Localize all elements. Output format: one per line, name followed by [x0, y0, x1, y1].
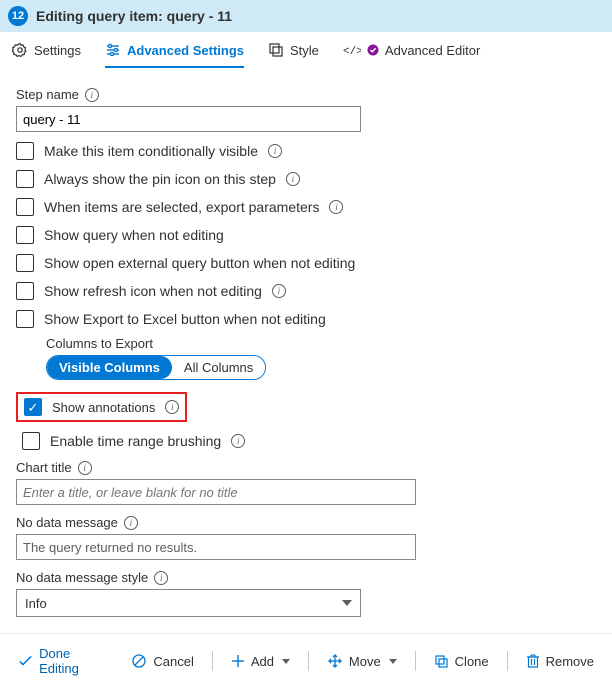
tab-settings[interactable]: Settings	[12, 42, 81, 68]
move-label: Move	[349, 654, 381, 669]
form-area: Step name Make this item conditionally v…	[0, 69, 612, 627]
info-icon[interactable]	[85, 88, 99, 102]
style-icon	[268, 42, 284, 58]
no-data-style-label: No data message style	[16, 570, 148, 585]
divider	[212, 651, 213, 671]
no-data-message-label: No data message	[16, 515, 118, 530]
info-icon[interactable]	[286, 172, 300, 186]
purple-check-icon	[367, 44, 379, 56]
tab-settings-label: Settings	[34, 43, 81, 58]
checkbox-refresh[interactable]	[16, 282, 34, 300]
clone-label: Clone	[455, 654, 489, 669]
info-icon[interactable]	[268, 144, 282, 158]
info-icon[interactable]	[78, 461, 92, 475]
info-icon[interactable]	[231, 434, 245, 448]
checkbox-show-annotations-label: Show annotations	[52, 400, 155, 415]
checkbox-show-annotations[interactable]	[24, 398, 42, 416]
checkbox-export-params[interactable]	[16, 198, 34, 216]
svg-text:</>: </>	[343, 46, 361, 57]
chart-title-label: Chart title	[16, 460, 72, 475]
done-editing-button[interactable]: Done Editing	[10, 642, 117, 680]
header-title: Editing query item: query - 11	[36, 8, 232, 24]
step-number-badge: 12	[8, 6, 28, 26]
remove-button[interactable]: Remove	[518, 649, 602, 673]
pill-all-columns[interactable]: All Columns	[172, 356, 265, 379]
tab-advanced-settings-label: Advanced Settings	[127, 43, 244, 58]
gear-icon	[12, 42, 28, 58]
tab-style-label: Style	[290, 43, 319, 58]
chevron-down-icon	[342, 600, 352, 606]
checkbox-open-external-label: Show open external query button when not…	[44, 255, 355, 271]
checkbox-export-excel[interactable]	[16, 310, 34, 328]
checkbox-show-query-label: Show query when not editing	[44, 227, 224, 243]
code-icon: </>	[343, 43, 361, 57]
divider	[415, 651, 416, 671]
info-icon[interactable]	[124, 516, 138, 530]
step-name-label: Step name	[16, 87, 596, 102]
checkbox-time-brush[interactable]	[22, 432, 40, 450]
checkbox-export-params-label: When items are selected, export paramete…	[44, 199, 319, 215]
plus-icon	[231, 654, 245, 668]
info-icon[interactable]	[165, 400, 179, 414]
tab-advanced-settings[interactable]: Advanced Settings	[105, 42, 244, 68]
tab-advanced-editor-label: Advanced Editor	[385, 43, 480, 58]
clone-button[interactable]: Clone	[426, 650, 497, 673]
pill-visible-columns[interactable]: Visible Columns	[47, 356, 172, 379]
info-icon[interactable]	[154, 571, 168, 585]
check-icon	[18, 653, 33, 669]
remove-label: Remove	[546, 654, 594, 669]
no-data-style-value: Info	[25, 596, 47, 611]
checkbox-pin-label: Always show the pin icon on this step	[44, 171, 276, 187]
columns-to-export-toggle: Visible Columns All Columns	[46, 355, 266, 380]
tab-advanced-editor[interactable]: </> Advanced Editor	[343, 43, 480, 68]
columns-to-export-label: Columns to Export	[46, 336, 596, 351]
trash-icon	[526, 653, 540, 669]
info-icon[interactable]	[329, 200, 343, 214]
info-icon[interactable]	[272, 284, 286, 298]
highlight-show-annotations: Show annotations	[16, 392, 187, 422]
add-label: Add	[251, 654, 274, 669]
tab-bar: Settings Advanced Settings Style </> Adv…	[0, 32, 612, 69]
checkbox-conditional[interactable]	[16, 142, 34, 160]
clone-icon	[434, 654, 449, 669]
move-button[interactable]: Move	[319, 649, 405, 673]
step-name-label-text: Step name	[16, 87, 79, 102]
cancel-label: Cancel	[153, 654, 193, 669]
chevron-down-icon	[282, 659, 290, 664]
tab-style[interactable]: Style	[268, 42, 319, 68]
checkbox-show-query[interactable]	[16, 226, 34, 244]
chevron-down-icon	[389, 659, 397, 664]
cancel-icon	[131, 653, 147, 669]
chart-title-input[interactable]	[16, 479, 416, 505]
checkbox-open-external[interactable]	[16, 254, 34, 272]
add-button[interactable]: Add	[223, 650, 298, 673]
divider	[308, 651, 309, 671]
cancel-button[interactable]: Cancel	[123, 649, 201, 673]
checkbox-refresh-label: Show refresh icon when not editing	[44, 283, 262, 299]
divider	[507, 651, 508, 671]
editor-header: 12 Editing query item: query - 11	[0, 0, 612, 32]
checkbox-time-brush-label: Enable time range brushing	[50, 433, 221, 449]
bottom-toolbar: Done Editing Cancel Add Move Clone Remov…	[0, 633, 612, 688]
checkbox-pin[interactable]	[16, 170, 34, 188]
sliders-icon	[105, 42, 121, 58]
done-editing-label: Done Editing	[39, 646, 109, 676]
no-data-style-select[interactable]: Info	[16, 589, 361, 617]
checkbox-export-excel-label: Show Export to Excel button when not edi…	[44, 311, 326, 327]
checkbox-conditional-label: Make this item conditionally visible	[44, 143, 258, 159]
move-icon	[327, 653, 343, 669]
step-name-input[interactable]	[16, 106, 361, 132]
no-data-message-input[interactable]	[16, 534, 416, 560]
